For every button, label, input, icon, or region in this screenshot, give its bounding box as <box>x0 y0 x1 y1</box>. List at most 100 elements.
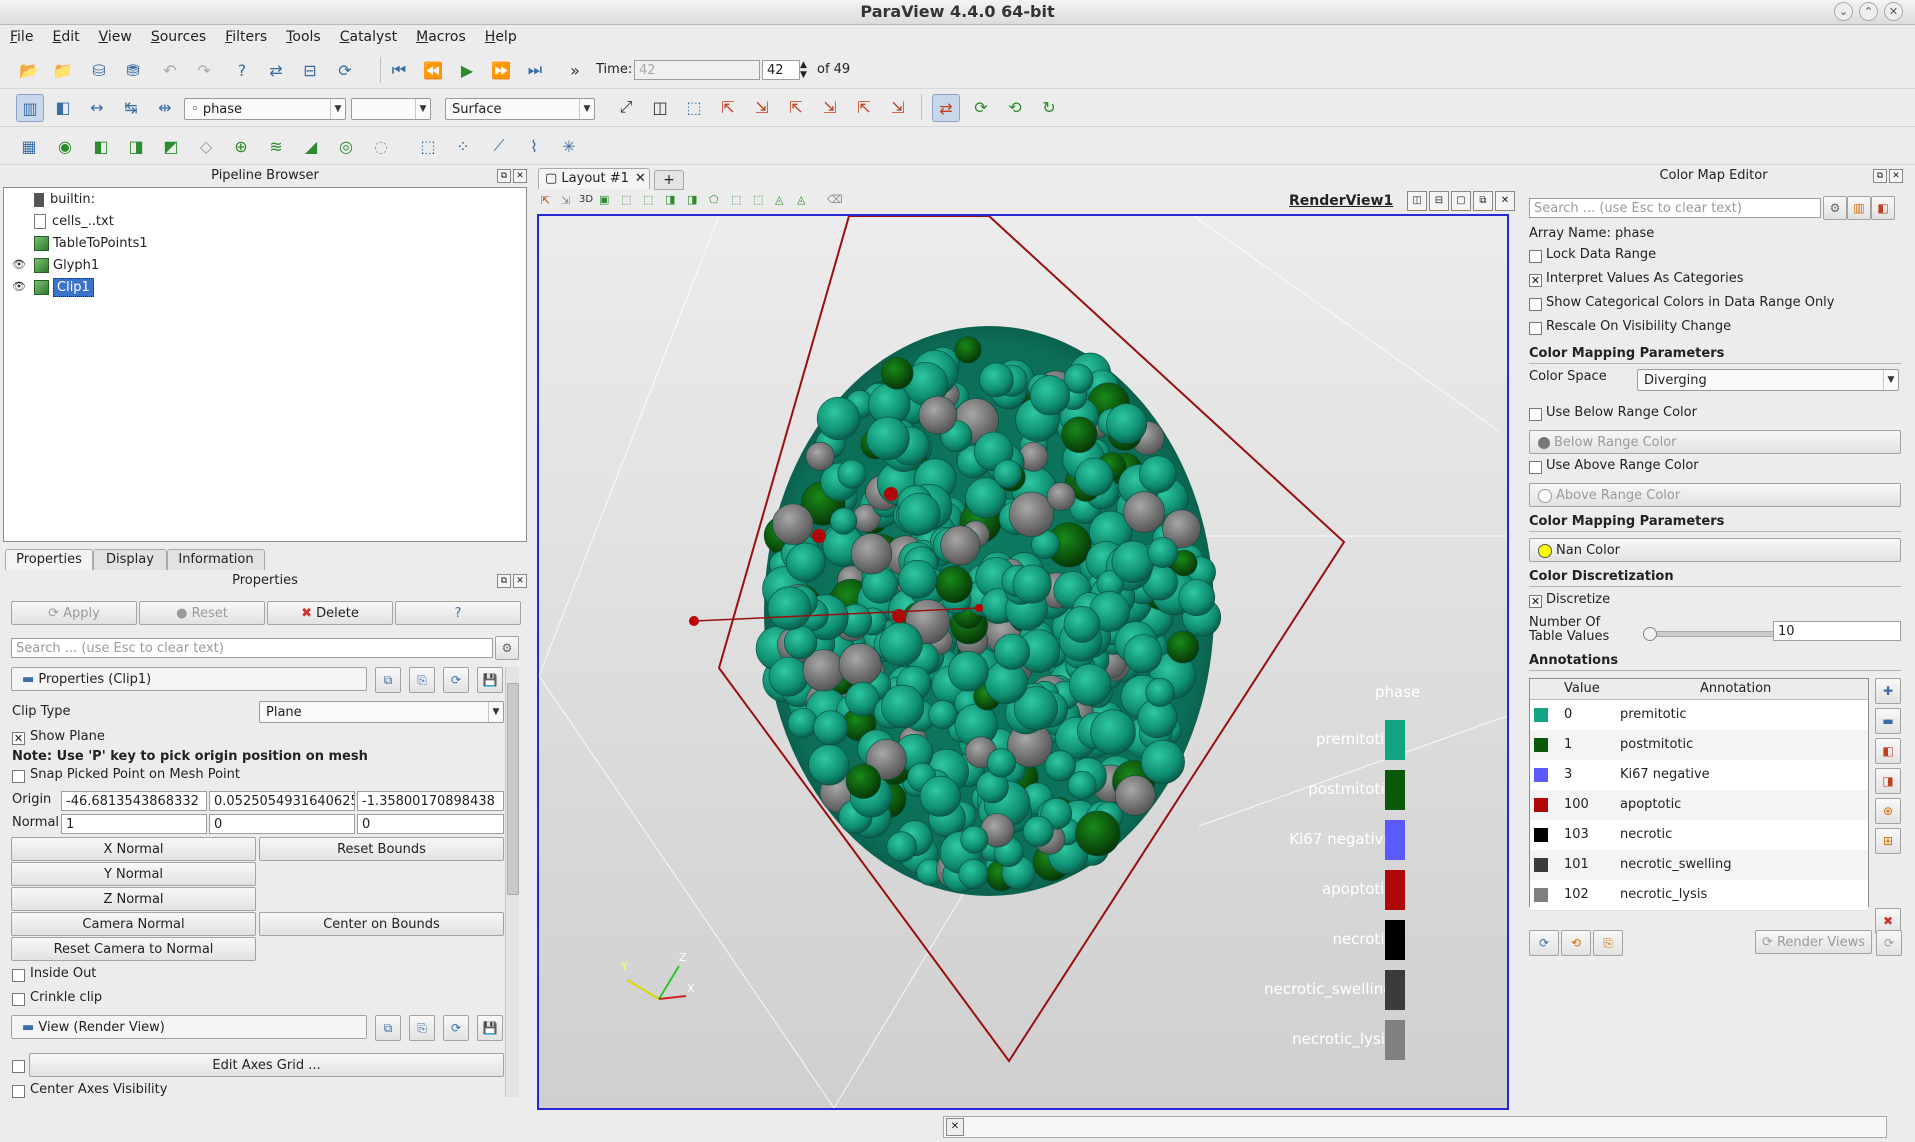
annotation-value[interactable]: 101 <box>1564 850 1589 880</box>
close-view-icon[interactable]: ✕ <box>1495 191 1515 211</box>
float-icon[interactable]: ⧉ <box>497 169 511 183</box>
annotation-value[interactable]: 1 <box>1564 730 1572 760</box>
warp-vector-icon[interactable]: ◢ <box>298 133 324 159</box>
menu-file[interactable]: File <box>0 26 42 45</box>
step-spinner-icon[interactable]: ▲ ▼ <box>800 60 807 80</box>
annotation-row[interactable]: 103 necrotic <box>1530 820 1868 851</box>
reset-bounds-button[interactable]: Reset Bounds <box>259 837 504 861</box>
load-state-icon[interactable]: ⛃ <box>120 57 146 83</box>
annotation-value[interactable]: 102 <box>1564 880 1589 910</box>
origin-y-field[interactable]: 0.0525054931640625 <box>209 791 355 811</box>
center-on-bounds-button[interactable]: Center on Bounds <box>259 912 504 936</box>
render-view[interactable]: Y Z X phase premitotic – postmitotic – Ki6… <box>537 214 1509 1110</box>
close-icon[interactable]: ✕ <box>946 1118 964 1136</box>
add-annotation-icon[interactable]: ✚ <box>1875 678 1901 704</box>
undo-icon[interactable]: ↶ <box>157 57 183 83</box>
annotation-value[interactable]: 100 <box>1564 790 1589 820</box>
tab-layout[interactable]: ▢ Layout #1 ✕ <box>538 168 650 189</box>
select-frustum-cells-icon[interactable]: ◨ <box>665 193 675 206</box>
annotation-text[interactable]: necrotic_swelling <box>1620 850 1731 880</box>
select-surface-points-icon[interactable]: ⬚ <box>643 193 653 206</box>
auto-update-icon[interactable]: ⟳ <box>1876 930 1902 956</box>
open-icon[interactable]: 📂 <box>16 57 42 83</box>
rescale-visibility-checkbox[interactable] <box>1529 322 1542 335</box>
pipeline-item-tabletopoints[interactable]: TableToPoints1 <box>34 234 148 254</box>
close-window-button[interactable]: ✕ <box>1884 2 1903 21</box>
connect-icon[interactable]: ⇄ <box>263 57 289 83</box>
apply-button[interactable]: ⟳ Apply <box>11 601 137 625</box>
annotation-row[interactable]: 102 necrotic_lysis <box>1530 880 1868 911</box>
select-frustum-points-icon[interactable]: ◨ <box>687 193 697 206</box>
annotation-value[interactable]: 103 <box>1564 820 1589 850</box>
color-legend-icon[interactable]: ▥ <box>16 94 44 122</box>
stream-tracer-icon[interactable]: ≋ <box>263 133 289 159</box>
contour-icon[interactable]: ◉ <box>52 133 78 159</box>
center-axes-checkbox[interactable] <box>12 1085 25 1098</box>
close-icon[interactable]: ✕ <box>513 574 527 588</box>
tab-properties[interactable]: Properties <box>5 549 93 570</box>
last-frame-icon[interactable]: ⏭ <box>522 57 548 83</box>
delete-button[interactable]: ✖ Delete <box>267 601 393 625</box>
annotation-text[interactable]: necrotic_lysis <box>1620 880 1707 910</box>
normal-y-field[interactable]: 0 <box>209 814 355 834</box>
hover-cells-icon[interactable]: ◬ <box>797 193 805 206</box>
select-cells-icon[interactable]: ⬚ <box>415 133 441 159</box>
menu-view[interactable]: View <box>89 26 141 45</box>
time-step-field[interactable]: 42 <box>762 60 800 80</box>
next-frame-icon[interactable]: ⏩ <box>488 57 514 83</box>
rescale-visible-icon[interactable]: ⇹ <box>152 94 178 120</box>
close-tab-icon[interactable]: ✕ <box>635 171 646 186</box>
group-datasets-icon[interactable]: ◎ <box>333 133 359 159</box>
save-state-icon[interactable]: ⛁ <box>86 57 112 83</box>
view-plus-x-icon[interactable]: ⇱ <box>715 94 741 120</box>
probe-icon[interactable]: ⟋ <box>486 133 512 159</box>
annotation-color-swatch[interactable] <box>1534 798 1548 812</box>
properties-scrollbar[interactable] <box>505 667 519 1097</box>
save-default-icon[interactable]: 💾 <box>477 667 503 693</box>
save-preset-icon[interactable]: ◨ <box>1875 768 1901 794</box>
annotation-color-swatch[interactable] <box>1534 768 1548 782</box>
zoom-data-icon[interactable]: ◫ <box>647 94 673 120</box>
col-annotation-header[interactable]: Annotation <box>1700 679 1771 699</box>
extract-level-icon[interactable]: ◌ <box>368 133 394 159</box>
annotation-text[interactable]: necrotic <box>1620 820 1672 850</box>
annotation-value[interactable]: 3 <box>1564 760 1572 790</box>
show-categorical-checkbox[interactable] <box>1529 298 1542 311</box>
restore-view-icon[interactable]: ⧉ <box>1473 191 1493 211</box>
float-icon[interactable]: ⧉ <box>1873 169 1887 183</box>
visibility-eye-icon[interactable]: 👁 <box>12 280 26 293</box>
rotate-pick-icon[interactable]: ↻ <box>1036 94 1062 120</box>
z-normal-button[interactable]: Z Normal <box>11 887 256 911</box>
edit-colormap-icon[interactable]: ◧ <box>50 94 76 120</box>
slice-icon[interactable]: ◨ <box>123 133 149 159</box>
menu-edit[interactable]: Edit <box>42 26 88 45</box>
tab-display[interactable]: Display <box>93 549 167 570</box>
gear-icon[interactable]: ⚙ <box>495 636 519 660</box>
pipeline-item-clip[interactable]: Clip1 <box>34 278 94 298</box>
rescale-custom-icon[interactable]: ↹ <box>118 94 144 120</box>
color-space-select[interactable]: Diverging ▼ <box>1637 369 1899 391</box>
section-properties-clip[interactable]: ▬ Properties (Clip1) <box>11 667 367 691</box>
menu-tools[interactable]: Tools <box>276 26 330 45</box>
colormap-search-input[interactable]: Search ... (use Esc to clear text) <box>1529 198 1821 218</box>
clip-type-select[interactable]: Plane ▼ <box>259 701 504 723</box>
recent-icon[interactable]: 📁 <box>50 57 76 83</box>
float-icon[interactable]: ⧉ <box>497 574 511 588</box>
zoom-box-icon[interactable]: ⬚ <box>681 94 707 120</box>
view-minus-y-icon[interactable]: ⇲ <box>817 94 843 120</box>
render-views-button[interactable]: ⟳ Render Views <box>1755 930 1872 954</box>
annotation-value[interactable]: 0 <box>1564 700 1572 730</box>
reset-camera-normal-button[interactable]: Reset Camera to Normal <box>11 937 256 961</box>
annotation-text[interactable]: premitotic <box>1620 700 1687 730</box>
annotation-row[interactable]: 3 Ki67 negative <box>1530 760 1868 791</box>
x-normal-button[interactable]: X Normal <box>11 837 256 861</box>
menu-sources[interactable]: Sources <box>141 26 215 45</box>
snap-checkbox[interactable] <box>12 770 25 783</box>
save-defaults-icon[interactable]: ⎘ <box>1593 930 1623 956</box>
interaction-mode-icon[interactable]: ⇄ <box>932 94 960 122</box>
properties-search-input[interactable]: Search ... (use Esc to clear text) <box>11 638 493 658</box>
split-horizontal-icon[interactable]: ◫ <box>1407 191 1427 211</box>
interactive-select-icon[interactable]: ⬚ <box>753 193 763 206</box>
annotation-color-swatch[interactable] <box>1534 738 1548 752</box>
add-visible-icon[interactable]: ⊞ <box>1875 828 1901 854</box>
